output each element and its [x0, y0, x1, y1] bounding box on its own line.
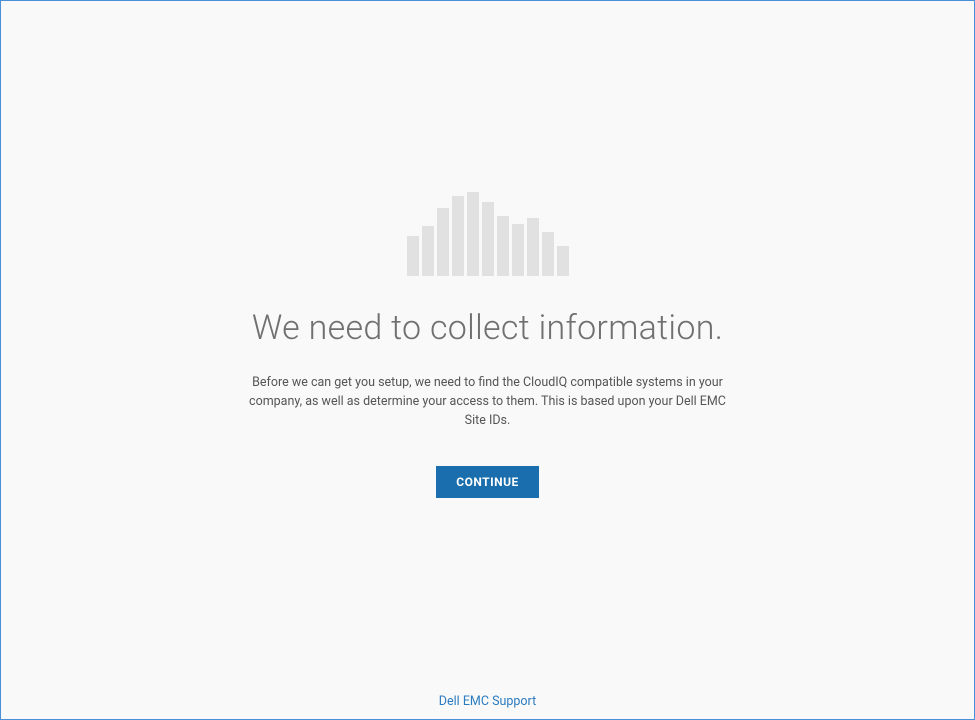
- support-link[interactable]: Dell EMC Support: [439, 694, 536, 709]
- cloud-bar: [527, 218, 539, 276]
- cloud-bar: [452, 196, 464, 276]
- cloud-bar: [497, 216, 509, 276]
- cloud-bar: [467, 192, 479, 276]
- cloud-bar: [557, 246, 569, 276]
- cloud-bar: [482, 202, 494, 276]
- cloud-bar: [437, 208, 449, 276]
- page-description: Before we can get you setup, we need to …: [243, 374, 733, 430]
- cloud-bar: [512, 224, 524, 276]
- content-area: We need to collect information. Before w…: [1, 1, 974, 498]
- cloud-bars-icon: [407, 186, 569, 276]
- cloud-bar: [542, 232, 554, 276]
- main-frame: We need to collect information. Before w…: [0, 0, 975, 720]
- page-heading: We need to collect information.: [252, 308, 723, 348]
- cloud-bar: [422, 226, 434, 276]
- continue-button[interactable]: CONTINUE: [436, 466, 539, 498]
- cloud-bar: [407, 236, 419, 276]
